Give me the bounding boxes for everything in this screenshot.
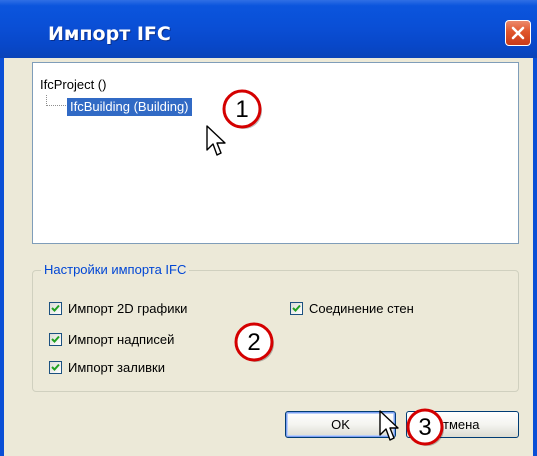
checkbox-import-2d-graphics[interactable]: Импорт 2D графики: [49, 300, 187, 316]
checkbox-checked-icon[interactable]: [49, 360, 62, 374]
checkbox-label: Соединение стен: [309, 300, 414, 316]
callout-2-badge: 2: [234, 322, 274, 362]
callout-3-badge: 3: [406, 408, 444, 446]
mouse-pointer-icon: [206, 125, 226, 156]
import-ifc-dialog: Импорт IFC IfcProject () IfcBuilding (Bu…: [0, 0, 537, 456]
cancel-button-label: тмена: [443, 417, 480, 432]
tree-connector: [46, 105, 66, 106]
checkbox-import-fill[interactable]: Импорт заливки: [49, 359, 165, 375]
tree-node-ifcbuilding[interactable]: IfcBuilding (Building): [67, 98, 192, 116]
callout-2-number: 2: [247, 329, 260, 356]
checkbox-wall-join[interactable]: Соединение стен: [290, 300, 414, 316]
ifc-tree-view[interactable]: IfcProject () IfcBuilding (Building): [32, 62, 519, 244]
window-title: Импорт IFC: [48, 23, 171, 45]
checkbox-label: Импорт надписей: [68, 331, 175, 347]
close-button[interactable]: [505, 20, 531, 46]
callout-3-number: 3: [418, 414, 431, 441]
window-frame-right: [533, 58, 537, 456]
checkbox-label: Импорт заливки: [68, 359, 165, 375]
checkbox-checked-icon[interactable]: [290, 301, 303, 315]
checkbox-checked-icon[interactable]: [49, 332, 62, 346]
checkbox-label: Импорт 2D графики: [68, 300, 188, 316]
window-frame-left: [0, 58, 4, 456]
close-icon: [511, 26, 525, 40]
tree-node-ifcproject[interactable]: IfcProject (): [40, 77, 106, 92]
callout-1-number: 1: [235, 96, 248, 123]
checkbox-checked-icon[interactable]: [49, 301, 62, 315]
import-settings-legend: Настройки импорта IFC: [41, 262, 190, 277]
mouse-pointer-icon: [379, 410, 399, 441]
title-bar[interactable]: Импорт IFC: [0, 0, 537, 58]
checkbox-import-labels[interactable]: Импорт надписей: [49, 331, 174, 347]
